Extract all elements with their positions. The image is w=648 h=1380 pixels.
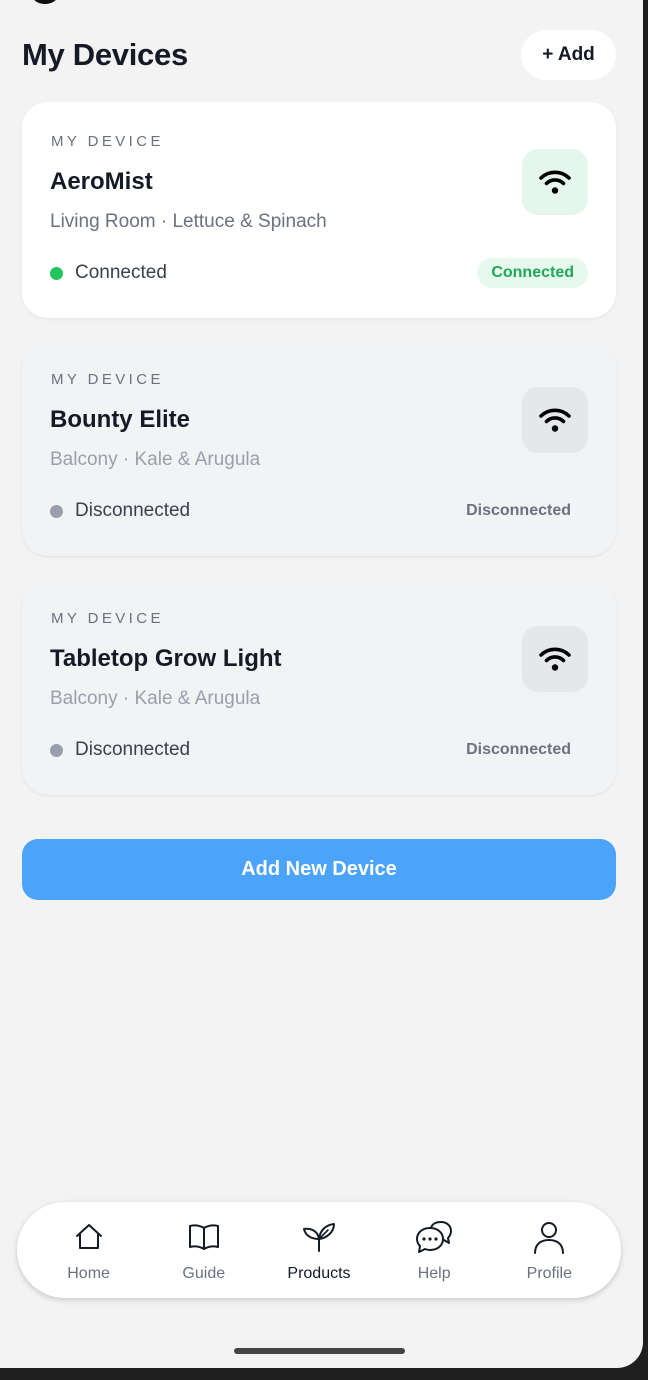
home-icon (73, 1218, 105, 1256)
add-new-device-button[interactable]: Add New Device (22, 839, 616, 900)
tab-label: Products (287, 1264, 351, 1282)
device-name: Bounty Elite (50, 406, 191, 433)
device-location: Balcony · Kale & Arugula (50, 688, 261, 709)
book-icon (187, 1218, 221, 1256)
page-header: My Devices + Add (22, 30, 616, 80)
tab-profile[interactable]: Profile (499, 1218, 599, 1283)
status-badge: Disconnected (466, 741, 571, 758)
status-badge: Disconnected (466, 502, 571, 519)
status-dot (50, 743, 63, 757)
status-dot (50, 266, 63, 280)
tab-label: Profile (526, 1264, 573, 1282)
status-row: Connected (50, 262, 167, 284)
chat-bubble-icon (415, 1218, 453, 1256)
status-row: Disconnected (50, 739, 190, 761)
device-card-tabletop-grow-light[interactable]: MY DEVICE Tabletop Grow Light Balcony · … (22, 579, 616, 795)
page-title: My Devices (22, 37, 188, 72)
wifi-icon[interactable] (522, 626, 588, 692)
user-icon (532, 1218, 566, 1256)
device-name: AeroMist (50, 168, 153, 195)
tab-help[interactable]: Help (384, 1218, 484, 1283)
wifi-icon[interactable] (522, 149, 588, 215)
status-dot (50, 504, 63, 518)
sprout-icon (301, 1218, 337, 1256)
home-indicator[interactable] (234, 1348, 405, 1354)
top-edge-element (30, 0, 60, 4)
device-card-bounty-elite[interactable]: MY DEVICE Bounty Elite Balcony · Kale & … (22, 340, 616, 556)
card-eyebrow: MY DEVICE (51, 610, 164, 627)
device-card-aeromist[interactable]: MY DEVICE AeroMist Living Room · Lettuce… (22, 102, 616, 318)
device-location: Balcony · Kale & Arugula (50, 449, 261, 470)
tab-label: Guide (182, 1264, 226, 1282)
wifi-icon[interactable] (522, 387, 588, 453)
tab-label: Home (67, 1264, 110, 1282)
status-text: Disconnected (75, 739, 191, 760)
tab-label: Help (417, 1264, 451, 1282)
tab-products[interactable]: Products (269, 1218, 369, 1283)
status-row: Disconnected (50, 500, 190, 522)
status-text: Connected (75, 262, 167, 283)
app-screen: My Devices + Add MY DEVICE AeroMist Livi… (0, 0, 643, 1368)
device-name: Tabletop Grow Light (50, 645, 282, 672)
card-eyebrow: MY DEVICE (51, 133, 164, 150)
tab-home[interactable]: Home (39, 1218, 139, 1283)
tab-guide[interactable]: Guide (154, 1218, 254, 1283)
add-device-button[interactable]: + Add (521, 30, 616, 80)
status-badge: Connected (477, 258, 588, 288)
bottom-tab-bar: Home Guide Products Help Profile (17, 1202, 621, 1298)
device-location: Living Room · Lettuce & Spinach (50, 211, 327, 232)
status-text: Disconnected (75, 500, 191, 521)
card-eyebrow: MY DEVICE (51, 371, 164, 388)
